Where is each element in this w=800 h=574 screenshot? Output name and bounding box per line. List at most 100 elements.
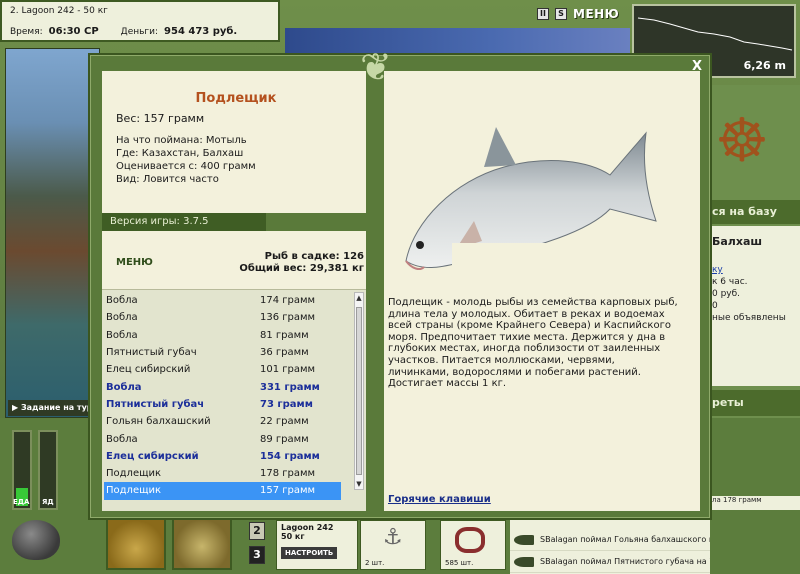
table-row[interactable]: Елец сибирский 101 грамм	[104, 361, 341, 378]
money-label: Деньги:	[120, 26, 159, 37]
rig-setup-button[interactable]: НАСТРОИТЬ	[281, 547, 338, 559]
base-info-box: Балхаш ку к 6 час. 0 руб. 0 ные объявлен…	[710, 226, 800, 386]
secrets-header[interactable]: реты	[710, 390, 800, 416]
slot-3-button[interactable]: 3	[249, 546, 265, 564]
table-row[interactable]: Подлещик 178 грамм	[104, 465, 341, 482]
catch-fish-name: Вобла	[106, 295, 138, 307]
fish-weight: Вес: 157 грамм	[116, 112, 205, 125]
base-line-1: к 6 час.	[712, 277, 748, 287]
food-label: ЕДА	[13, 498, 30, 506]
catch-fish-name: Вобла	[106, 381, 142, 393]
fish-valued: Оценивается с: 400 грамм	[116, 161, 256, 172]
game-version: Версия игры: 3.7.5	[102, 213, 266, 231]
pause-button[interactable]: II	[537, 8, 549, 20]
catch-list-panel: Вобла 174 грамм Вобла 136 грамм Вобла 81 грам…	[102, 289, 366, 511]
catch-fish-name: Елец сибирский	[106, 364, 191, 376]
table-row[interactable]: Вобла 89 грамм	[104, 430, 341, 447]
catch-fish-weight: 36 грамм	[260, 347, 309, 359]
depth-value: 6,26 m	[743, 59, 786, 72]
bucket-icon[interactable]	[172, 518, 232, 570]
dialog-menu-button[interactable]: МЕНЮ	[116, 257, 153, 268]
fish-kind: Вид: Ловится часто	[116, 174, 219, 185]
catch-fish-name: Пятнистый губач	[106, 398, 205, 410]
table-row[interactable]: Гольян балхашский 22 грамм	[104, 413, 341, 430]
catch-fish-weight: 89 грамм	[260, 433, 309, 445]
base-line-3: 0	[712, 301, 718, 311]
catch-fish-name: Подлещик	[106, 485, 162, 497]
rig-name: Lagoon 242	[281, 523, 334, 532]
rig-panel: Lagoon 242 50 кг НАСТРОИТЬ	[276, 520, 358, 570]
feed-item: SBalagan поймал Гольяна балхашского на 2…	[510, 529, 710, 551]
hud-top-panel: 2. Lagoon 242 - 50 кг Время: 06:30 СР Де…	[0, 0, 280, 42]
table-row[interactable]: Пятнистый губач 36 грамм	[104, 344, 341, 361]
location-label: 2. Lagoon 242 - 50 кг	[10, 6, 108, 16]
catch-fish-name: Пятнистый губач	[106, 347, 197, 359]
ship-wheel-icon[interactable]: ☸	[712, 100, 772, 182]
table-row[interactable]: Пятнистый губач 73 грамм	[104, 396, 341, 413]
hook-icon: ⚓	[383, 525, 403, 550]
fish-details: Подлещик Вес: 157 грамм На что поймана: …	[102, 71, 366, 213]
quest-label: Задание на тур	[20, 403, 93, 412]
poison-label: ЯД	[42, 498, 54, 506]
catch-fish-weight: 101 грамм	[260, 364, 316, 376]
go-to-base-button[interactable]: ся на базу	[710, 200, 800, 224]
money-value: 954 473 руб.	[164, 26, 238, 37]
sound-button[interactable]: S	[555, 8, 567, 20]
catch-fish-weight: 174 грамм	[260, 295, 316, 307]
base-location: Балхаш	[712, 235, 763, 248]
catch-fish-name: Вобла	[106, 433, 138, 445]
fish-name: Подлещик	[195, 91, 277, 106]
base-line-2: 0 руб.	[712, 289, 741, 299]
table-row[interactable]: Елец сибирский 154 грамм	[104, 448, 341, 465]
keepnet-count: Рыб в садке: 126	[264, 251, 364, 262]
catch-fish-weight: 331 грамм	[260, 381, 320, 393]
dialog-left-column: Подлещик Вес: 157 грамм На что поймана: …	[102, 71, 366, 511]
catch-fish-name: Вобла	[106, 312, 138, 324]
quest-bar[interactable]: ▶ Задание на тур	[8, 400, 100, 416]
catch-fish-weight: 81 грамм	[260, 329, 309, 341]
table-row[interactable]: Вобла 81 грамм	[104, 327, 341, 344]
table-row[interactable]: Вобла 136 грамм	[104, 309, 341, 326]
time-value: 06:30 СР	[48, 26, 99, 37]
cooking-pot-icon[interactable]	[12, 520, 60, 560]
fish-description: Подлещик - молодь рыбы из семейства карп…	[388, 297, 678, 390]
keepnet-summary: МЕНЮ Рыб в садке: 126 Общий вес: 29,381 …	[102, 231, 366, 289]
feed-item: SBalagan поймал Пятнистого губача на 73 …	[510, 551, 710, 573]
dialog-right-column: Подлещик - молодь рыбы из семейства карп…	[384, 71, 700, 511]
hook-slot[interactable]: ⚓ 2 шт.	[360, 520, 426, 570]
main-menu-button[interactable]: МЕНЮ	[573, 7, 619, 21]
catch-fish-weight: 154 грамм	[260, 450, 320, 462]
time-label: Время:	[10, 26, 43, 37]
catch-fish-weight: 73 грамм	[260, 398, 313, 410]
catch-fish-name: Подлещик	[106, 468, 162, 480]
catch-scrollbar[interactable]: ▲ ▼	[354, 292, 364, 490]
rig-weight: 50 кг	[281, 532, 305, 541]
catch-fish-weight: 136 грамм	[260, 312, 316, 324]
fish-info-dialog: ❦ X Подлещик Вес: 157 грамм На что пойма…	[88, 45, 712, 520]
table-row[interactable]: Вобла 331 грамм	[104, 378, 341, 395]
catch-fish-name: Вобла	[106, 329, 138, 341]
keepnet-weight: Общий вес: 29,381 кг	[239, 263, 364, 274]
hook-count: 2 шт.	[365, 559, 385, 567]
scroll-thumb[interactable]	[356, 307, 362, 475]
sky-strip	[285, 28, 630, 56]
basket-icon[interactable]	[106, 518, 166, 570]
catch-fish-name: Гольян балхашский	[106, 416, 211, 428]
scroll-up-icon[interactable]: ▲	[355, 293, 363, 303]
worm-icon	[455, 527, 485, 553]
bait-slot[interactable]: 585 шт.	[440, 520, 506, 570]
table-row[interactable]: Вобла 174 грамм	[104, 292, 341, 309]
table-row[interactable]: Подлещик 157 грамм	[104, 482, 341, 500]
bait-count: 585 шт.	[445, 559, 474, 567]
catch-fish-weight: 157 грамм	[260, 485, 316, 497]
catch-fish-weight: 22 грамм	[260, 416, 309, 428]
lake-view[interactable]	[5, 48, 100, 418]
catch-list: Вобла 174 грамм Вобла 136 грамм Вобла 81 грам…	[104, 292, 341, 500]
scroll-down-icon[interactable]: ▼	[355, 479, 363, 489]
base-link[interactable]: ку	[712, 264, 800, 276]
hotkeys-link[interactable]: Горячие клавиши	[388, 494, 491, 505]
base-line-4: ные объявлены	[712, 313, 786, 323]
slot-2-button[interactable]: 2	[249, 522, 265, 540]
catch-fish-weight: 178 грамм	[260, 468, 316, 480]
fish-where: Где: Казахстан, Балхаш	[116, 148, 244, 159]
